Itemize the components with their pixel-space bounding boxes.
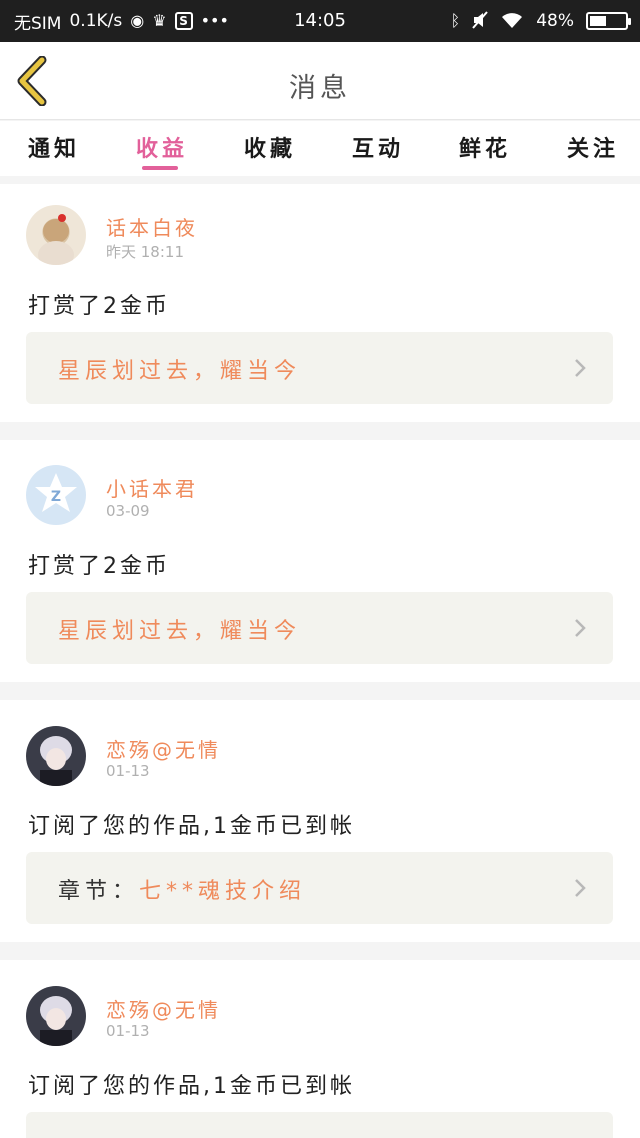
- chapter-title: 章节：七**魂技介绍: [58, 879, 307, 904]
- message-text: 订阅了您的作品,1金币已到帐: [28, 814, 355, 839]
- message-text: 订阅了您的作品,1金币已到帐: [28, 1074, 355, 1099]
- chevron-right-icon: [575, 359, 586, 377]
- message-text: 打赏了2金币: [28, 554, 170, 579]
- tab-earnings[interactable]: 收益: [136, 131, 188, 163]
- timestamp: 昨天 18:11: [106, 243, 184, 261]
- message-text: 打赏了2金币: [28, 294, 170, 319]
- chevron-right-icon: [575, 619, 586, 637]
- work-reference[interactable]: 星辰划过去，耀当今: [26, 332, 613, 404]
- notification-card[interactable]: 话本白夜 昨天 18:11 打赏了2金币 星辰划过去，耀当今: [0, 184, 640, 422]
- avatar-image: [40, 736, 72, 786]
- work-reference[interactable]: [26, 1112, 613, 1138]
- wifi-icon: [500, 11, 524, 32]
- svg-text:Z: Z: [51, 489, 61, 505]
- tab-interactions[interactable]: 互动: [352, 131, 404, 163]
- status-bar: 无SIM 0.1K/s ◉ ♛ S ••• 14:05 ᛒ 48%: [0, 0, 640, 42]
- nav-header: 消息: [0, 42, 640, 120]
- avatar-image: [40, 996, 72, 1046]
- username[interactable]: 小话本君: [106, 473, 198, 502]
- timestamp: 01-13: [106, 762, 150, 780]
- username[interactable]: 恋殇@无情: [106, 994, 221, 1023]
- work-title: 星辰划过去，耀当今: [58, 619, 302, 644]
- avatar[interactable]: [26, 726, 86, 786]
- notification-card[interactable]: 恋殇@无情 01-13 订阅了您的作品,1金币已到帐 章节：七**魂技介绍: [0, 700, 640, 942]
- avatar[interactable]: [26, 986, 86, 1046]
- tab-notifications[interactable]: 通知: [28, 131, 80, 163]
- tab-favorites[interactable]: 收藏: [244, 131, 296, 163]
- tab-bar: 通知 收益 收藏 互动 鲜花 关注: [0, 121, 640, 176]
- work-reference[interactable]: 星辰划过去，耀当今: [26, 592, 613, 664]
- battery-icon: [586, 12, 631, 30]
- tab-flowers[interactable]: 鲜花: [459, 131, 511, 163]
- avatar-image: Z: [35, 473, 77, 512]
- chevron-right-icon: [575, 879, 586, 897]
- timestamp: 01-13: [106, 1022, 150, 1040]
- work-reference[interactable]: 章节：七**魂技介绍: [26, 852, 613, 924]
- notification-card[interactable]: 恋殇@无情 01-13 订阅了您的作品,1金币已到帐: [0, 960, 640, 1138]
- timestamp: 03-09: [106, 502, 150, 520]
- avatar-image: [38, 214, 74, 265]
- bluetooth-icon: ᛒ: [450, 11, 461, 30]
- notification-card[interactable]: Z 小话本君 03-09 打赏了2金币 星辰划过去，耀当今: [0, 440, 640, 682]
- page-title: 消息: [289, 73, 351, 104]
- username[interactable]: 话本白夜: [106, 212, 198, 241]
- work-title: 星辰划过去，耀当今: [58, 359, 302, 384]
- avatar[interactable]: Z: [26, 465, 86, 525]
- username[interactable]: 恋殇@无情: [106, 734, 221, 763]
- mute-icon: [472, 10, 488, 32]
- avatar[interactable]: [26, 205, 86, 265]
- battery-percent: 48%: [536, 11, 574, 31]
- tab-following[interactable]: 关注: [567, 131, 619, 163]
- active-tab-indicator: [142, 166, 178, 170]
